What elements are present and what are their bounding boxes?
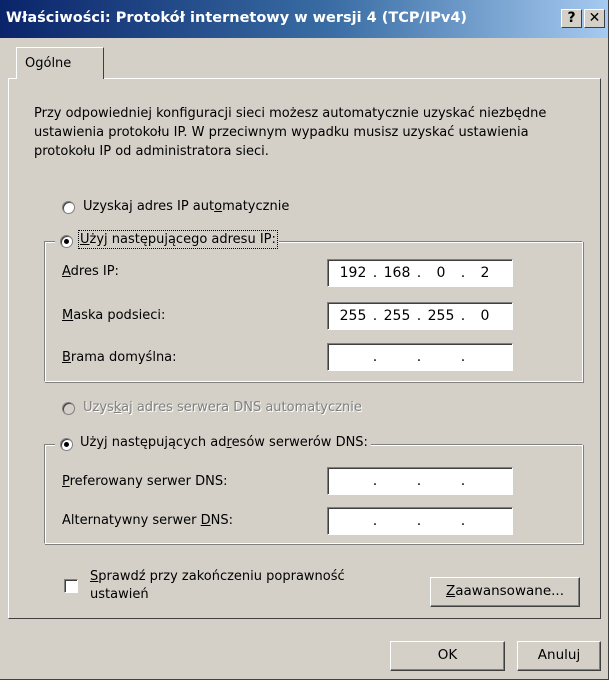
dns-auto-label[interactable]: Uzyskaj adres serwera DNS automatycznie [83, 400, 362, 415]
ip-address-field[interactable]: 192 . 168 . 0 . 2 [327, 259, 513, 287]
title-bar[interactable]: Właściwości: Protokół internetowy w wers… [0, 0, 608, 38]
alt-dns-dot-3: . [460, 513, 466, 529]
subnet-mask-label: Maska podsieci: [62, 308, 166, 323]
ip-octet-1: 192 [339, 265, 367, 281]
ip-manual-radio[interactable] [60, 235, 73, 248]
ip-dot-1: . [372, 265, 378, 281]
description-text: Przy odpowiedniej konfiguracji sieci moż… [34, 106, 547, 159]
dns-manual-radio[interactable] [60, 438, 73, 451]
mask-octet-2: 255 [383, 308, 411, 324]
validate-checkbox[interactable] [64, 579, 78, 593]
subnet-mask-field[interactable]: 255 . 255 . 255 . 0 [327, 302, 513, 330]
preferred-dns-label: Preferowany serwer DNS: [62, 474, 228, 489]
pref-dns-dot-3: . [460, 473, 466, 489]
ip-address-label: Adres IP: [62, 264, 119, 279]
ip-dot-3: . [460, 265, 466, 281]
window-title: Właściwości: Protokół internetowy w wers… [6, 10, 468, 26]
ip-auto-label[interactable]: Uzyskaj adres IP automatycznie [83, 199, 289, 214]
gateway-field[interactable]: . . . [327, 343, 513, 371]
alt-dns-dot-1: . [372, 513, 378, 529]
ip-manual-label[interactable]: Użyj następującego adresu IP: [78, 230, 278, 249]
alternate-dns-label: Alternatywny serwer DNS: [62, 513, 234, 528]
gateway-label: Brama domyślna: [62, 350, 177, 365]
gateway-dot-2: . [416, 349, 422, 365]
ip-octet-2: 168 [383, 265, 411, 281]
ip-octet-3: 0 [436, 265, 446, 281]
mask-dot-2: . [416, 308, 422, 324]
help-icon: ? [567, 10, 576, 26]
advanced-button[interactable]: Zaawansowane... [430, 577, 580, 607]
mask-dot-3: . [460, 308, 466, 324]
help-button[interactable]: ? [561, 9, 582, 28]
tab-general[interactable]: Ogólne [16, 47, 104, 79]
gateway-dot-1: . [372, 349, 378, 365]
close-icon: ✕ [588, 10, 601, 26]
alt-dns-dot-2: . [416, 513, 422, 529]
validate-label-line2: ustawień [90, 587, 149, 602]
dns-manual-label[interactable]: Użyj następujących adresów serwerów DNS: [80, 435, 368, 450]
preferred-dns-field[interactable]: . . . [327, 467, 513, 495]
validate-label[interactable]: Sprawdź przy zakończeniu poprawność ustaw… [90, 568, 345, 604]
mask-dot-1: . [372, 308, 378, 324]
gateway-dot-3: . [460, 349, 466, 365]
ip-auto-radio[interactable] [62, 201, 75, 214]
pref-dns-dot-2: . [416, 473, 422, 489]
mask-octet-3: 255 [427, 308, 455, 324]
alternate-dns-field[interactable]: . . . [327, 507, 513, 535]
cancel-button[interactable]: Anuluj [517, 641, 601, 671]
ip-manual-legend: Użyj następującego adresu IP: Użyj nastę… [55, 230, 279, 251]
close-button[interactable]: ✕ [584, 9, 605, 28]
mask-octet-1: 255 [339, 308, 367, 324]
dns-auto-radio[interactable] [62, 402, 75, 415]
tab-general-label: Ogólne [25, 56, 72, 71]
dns-manual-legend: Użyj następujących adresów serwerów DNS:… [55, 434, 371, 454]
pref-dns-dot-1: . [372, 473, 378, 489]
ip-octet-4: 2 [480, 265, 490, 281]
tcpip-properties-dialog: Właściwości: Protokół internetowy w wers… [0, 0, 609, 680]
mask-octet-4: 0 [480, 308, 490, 324]
ok-button[interactable]: OK [390, 641, 505, 671]
ip-dot-2: . [416, 265, 422, 281]
